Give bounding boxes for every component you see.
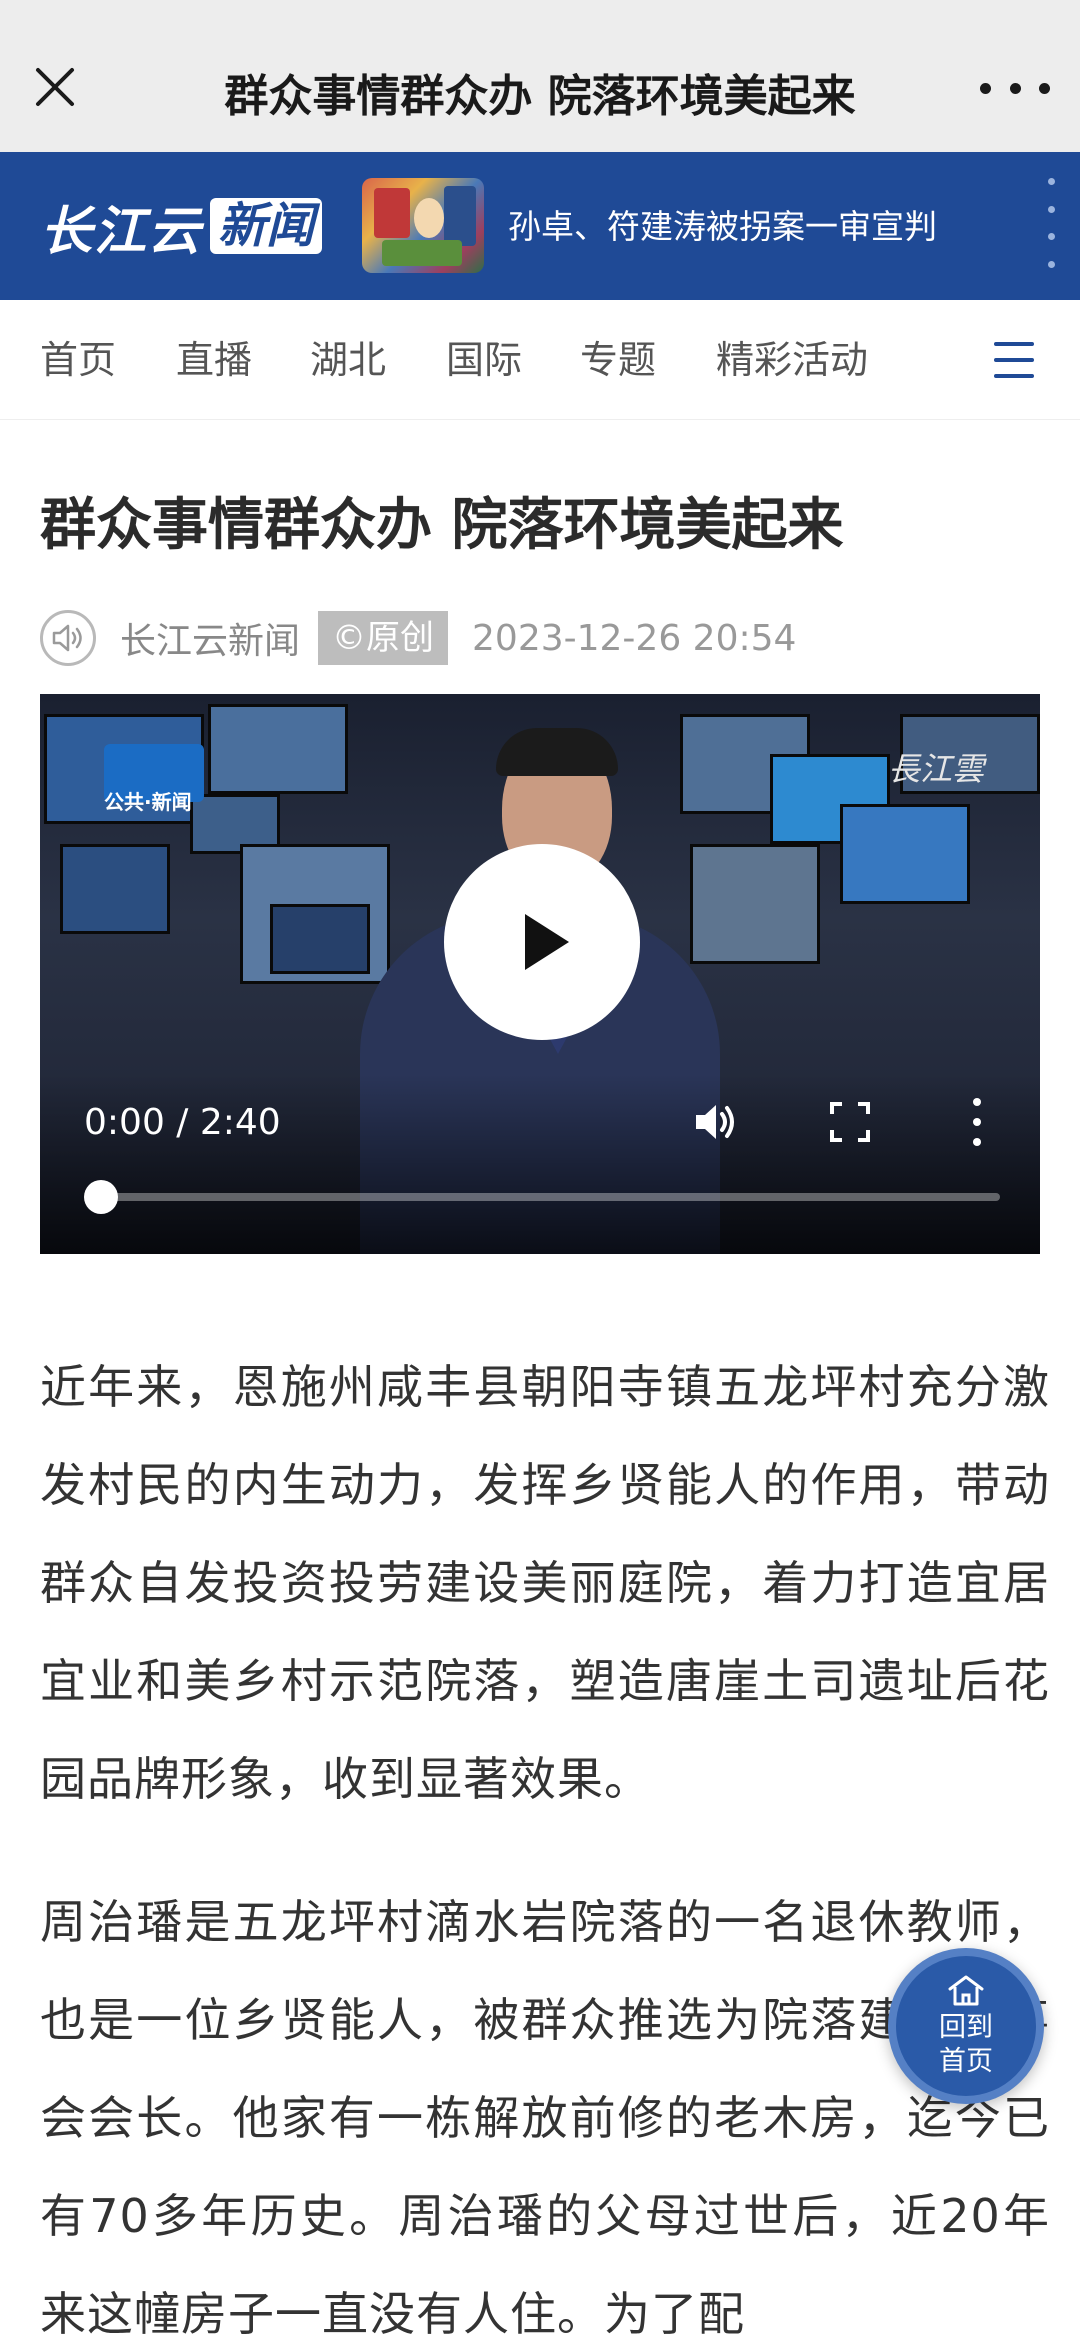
brand-logo-text: 长江云 [40,201,203,262]
video-progress-handle[interactable] [84,1180,118,1214]
headline-pager-dots [1046,178,1056,268]
nav-item-live[interactable]: 直播 [176,300,252,420]
article-paragraph: 近年来，恩施州咸丰县朝阳寺镇五龙坪村充分激发村民的内生动力，发挥乡贤能人的作用，… [40,1360,1050,1806]
top-bar: 群众事情群众办 院落环境美起来 [0,0,1080,152]
video-player[interactable]: 公共·新闻 長江雲 0:00 / 2:40 [40,694,1040,1254]
close-icon[interactable] [30,62,80,112]
category-nav: 首页 直播 湖北 国际 专题 精彩活动 [0,300,1080,420]
video-watermark: 長江雲 [888,750,985,788]
article-source[interactable]: 长江云新闻 [120,612,300,664]
home-icon [948,1975,984,2006]
original-badge: ©原创 [318,611,449,665]
nav-item-home[interactable]: 首页 [40,300,116,420]
video-progress-track[interactable] [100,1193,1000,1201]
video-more-icon[interactable] [970,1098,984,1146]
nav-item-topics[interactable]: 专题 [580,300,656,420]
back-to-home-button[interactable]: 回到 首页 [888,1948,1044,2104]
play-button[interactable] [444,844,640,1040]
page-title: 群众事情群众办 院落环境美起来 [224,71,856,122]
menu-icon[interactable] [994,342,1034,378]
speaker-icon[interactable] [40,610,96,666]
more-icon[interactable] [980,68,1050,108]
station-logo-text: 公共·新闻 [104,790,192,814]
article-meta: 长江云新闻 ©原创 2023-12-26 20:54 [40,608,796,668]
video-controls-shade [40,1074,1040,1254]
nav-item-international[interactable]: 国际 [446,300,522,420]
brand-logo-news: 新闻 [210,198,323,254]
volume-icon[interactable] [690,1096,742,1148]
nav-item-events[interactable]: 精彩活动 [716,300,868,420]
article-datetime: 2023-12-26 20:54 [472,617,797,659]
brand-logo[interactable]: 长江云 新闻 [40,196,323,262]
scrolling-headline[interactable]: 孙卓、符建涛被拐案一审宣判 [508,200,937,248]
play-icon [525,914,569,970]
fullscreen-icon[interactable] [826,1098,874,1146]
headline-thumbnail[interactable] [362,178,484,273]
article-paragraph: 周治璠是五龙坪村滴水岩院落的一名退休教师，也是一位乡贤能人，被群众推选为院落建设… [40,1895,1050,2334]
back-to-home-label: 回到 首页 [939,2012,993,2077]
video-time: 0:00 / 2:40 [84,1102,281,1143]
nav-item-hubei[interactable]: 湖北 [310,300,386,420]
article-title: 群众事情群众办 院落环境美起来 [40,493,844,558]
